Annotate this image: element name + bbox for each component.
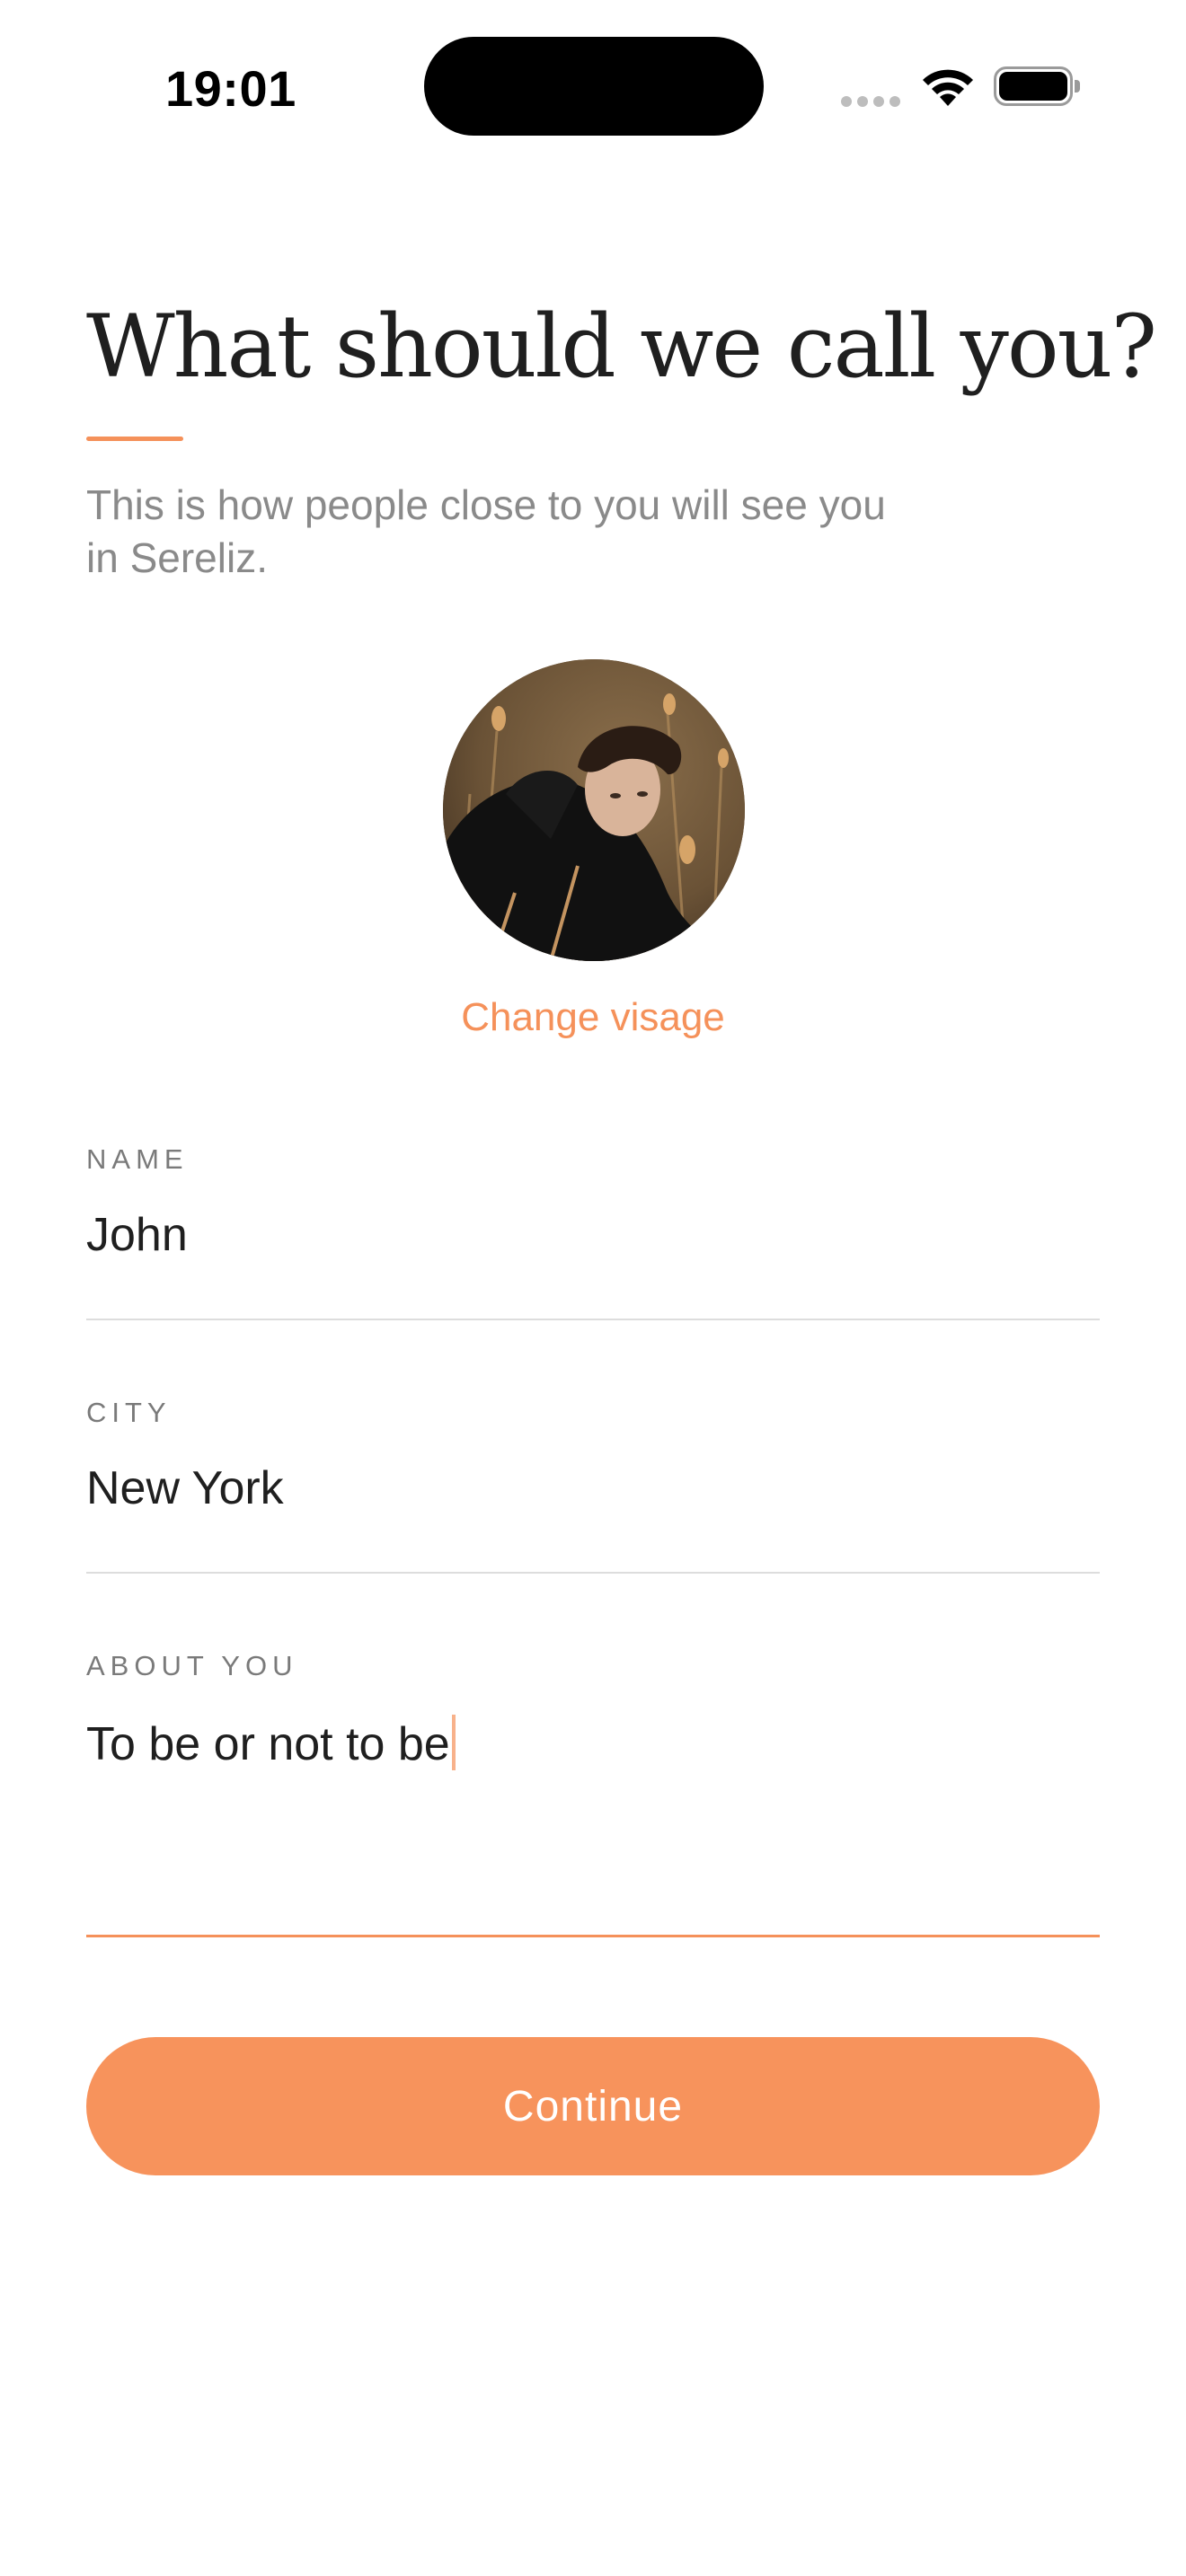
about-label: ABOUT YOU [86, 1650, 298, 1681]
about-text: To be or not to be [86, 1718, 450, 1770]
change-photo-button[interactable]: Change visage [0, 995, 1186, 1040]
city-input[interactable]: New York [86, 1461, 284, 1515]
page-title: What should we call you? [86, 296, 1157, 397]
name-label: NAME [86, 1143, 189, 1175]
cellular-signal-icon [841, 96, 902, 107]
about-textarea[interactable]: To be or not to be [86, 1715, 456, 1771]
text-cursor [451, 1715, 456, 1770]
city-divider [86, 1572, 1100, 1574]
about-divider-active [86, 1935, 1100, 1937]
name-divider [86, 1319, 1100, 1320]
wifi-icon [920, 66, 976, 108]
city-label: CITY [86, 1397, 172, 1428]
name-input[interactable]: John [86, 1208, 188, 1262]
status-time: 19:01 [165, 60, 296, 117]
title-accent-line [86, 437, 183, 441]
subtitle-line-2: in Sereliz. [86, 534, 268, 581]
page-subtitle: This is how people close to you will see… [86, 479, 985, 585]
subtitle-line-1: This is how people close to you will see… [86, 481, 886, 528]
continue-button[interactable]: Continue [86, 2037, 1100, 2175]
profile-avatar[interactable] [443, 659, 745, 961]
status-bar: 19:01 [0, 0, 1186, 162]
dynamic-island [424, 37, 764, 136]
battery-icon [994, 66, 1080, 106]
